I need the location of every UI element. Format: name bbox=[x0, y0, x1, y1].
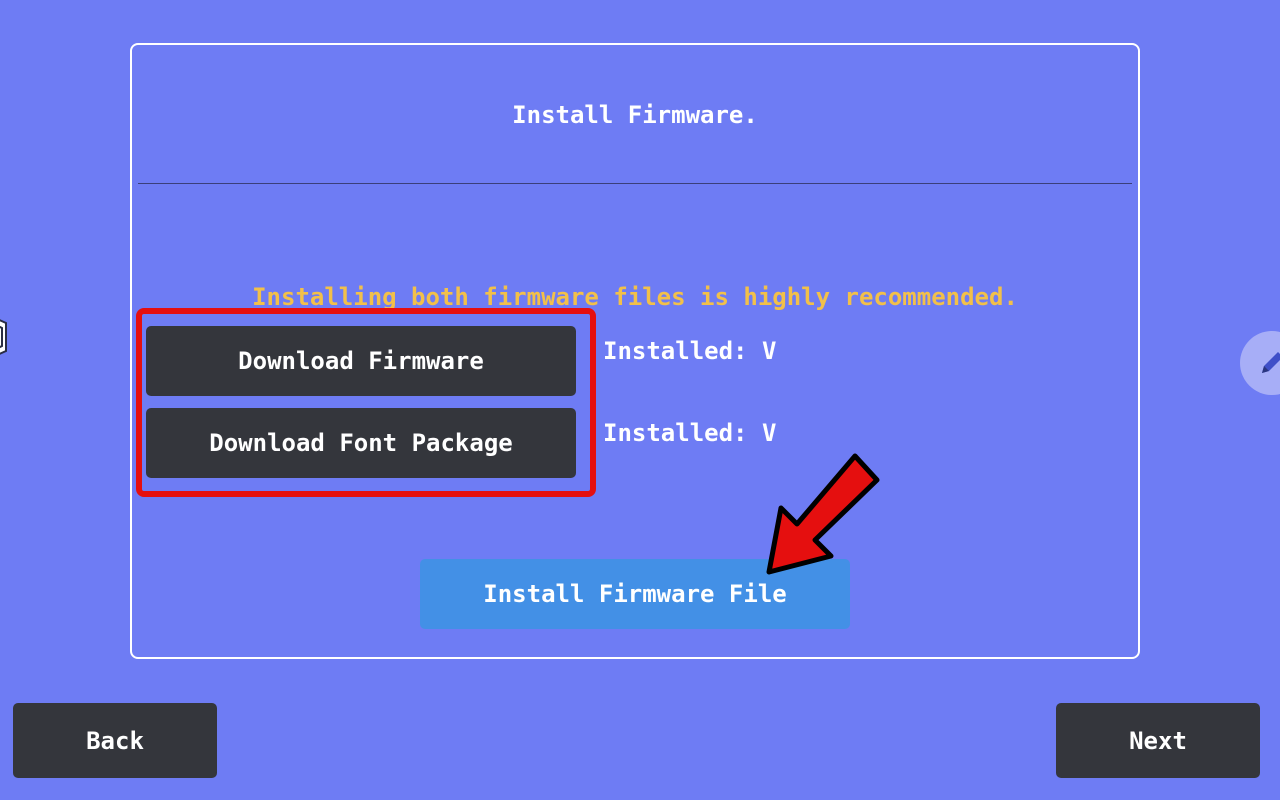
pencil-button[interactable] bbox=[1240, 331, 1280, 395]
firmware-dialog: Install Firmware. Installing both firmwa… bbox=[130, 43, 1140, 659]
install-firmware-file-label: Install Firmware File bbox=[483, 580, 787, 608]
font-package-installed-status: Installed: V bbox=[603, 419, 777, 447]
firmware-installed-status: Installed: V bbox=[603, 337, 777, 365]
next-button[interactable]: Next bbox=[1056, 703, 1260, 778]
title-divider bbox=[138, 183, 1132, 184]
pencil-icon bbox=[1262, 352, 1280, 373]
dialog-title: Install Firmware. bbox=[512, 101, 758, 129]
settings-icon[interactable] bbox=[0, 311, 8, 363]
next-label: Next bbox=[1129, 726, 1187, 755]
back-button[interactable]: Back bbox=[13, 703, 217, 778]
red-arrow-annotation bbox=[766, 453, 880, 575]
back-label: Back bbox=[86, 726, 144, 755]
download-buttons-highlight bbox=[136, 308, 596, 497]
